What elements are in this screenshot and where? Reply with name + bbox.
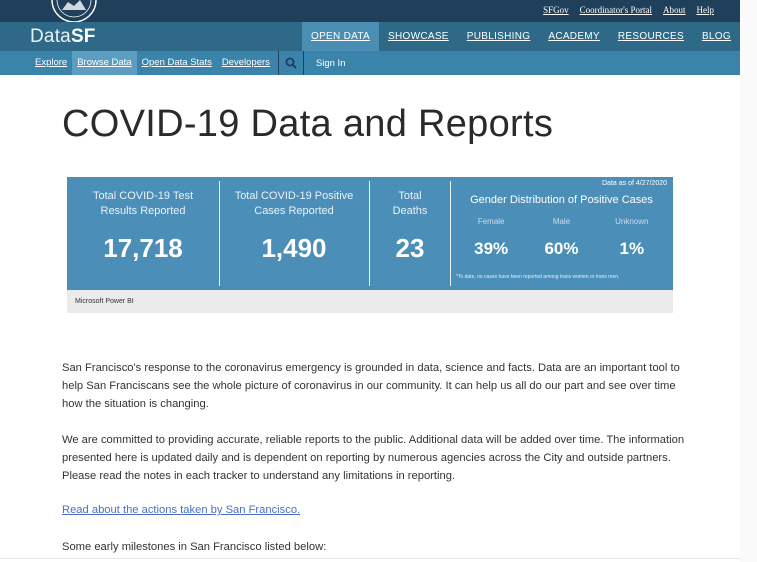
kpi-positive-value: 1,490 (261, 233, 327, 263)
sub-nav: Explore Browse Data Open Data Stats Develop… (30, 51, 357, 75)
top-utility-bar: SFGov Coordinator's Portal About Help (0, 0, 740, 22)
gender-title: Gender Distribution of Positive Cases (470, 194, 653, 206)
gender-name: Male (552, 217, 571, 226)
sub-nav-item-open-data-stats[interactable]: Open Data Stats (137, 51, 217, 75)
power-bi-embed[interactable]: Total COVID-19 Test Results Reported 17,… (67, 177, 673, 313)
power-bi-link[interactable]: Microsoft Power BI (75, 298, 134, 305)
utility-links: SFGov Coordinator's Portal About Help (543, 5, 714, 15)
utility-link[interactable]: About (663, 5, 686, 15)
logo-text-data: Data (30, 26, 71, 47)
city-seal-logo[interactable] (26, 0, 122, 22)
data-as-of: Data as of 4/27/2020 (602, 180, 667, 187)
kpi-deaths-label: Total Deaths (392, 190, 428, 217)
gender-distribution: Data as of 4/27/2020 Gender Distribution… (450, 177, 673, 290)
kpi-deaths-value: 23 (395, 233, 425, 263)
page-title: COVID-19 Data and Reports (62, 103, 554, 145)
main-nav-item-academy[interactable]: ACADEMY (539, 22, 609, 51)
main-nav-item-showcase[interactable]: SHOWCASE (379, 22, 458, 51)
divider-line (0, 558, 757, 559)
gender-percent: 39% (474, 239, 509, 258)
utility-link[interactable]: Help (697, 5, 715, 15)
gender-column-male: Male 60% (531, 217, 591, 259)
intro-paragraph: San Francisco's response to the coronavi… (62, 362, 680, 410)
sub-nav-item-browse-data[interactable]: Browse Data (72, 51, 137, 75)
gender-percent: 1% (619, 239, 645, 258)
kpi-tests-value: 17,718 (103, 233, 183, 263)
gender-name: Unknown (615, 217, 649, 226)
gender-percent: 60% (544, 239, 579, 258)
logo-text-sf: SF (70, 26, 96, 47)
kpi-positive: Total COVID-19 Positive Cases Reported 1… (220, 177, 368, 290)
sub-nav-item-explore[interactable]: Explore (30, 51, 72, 75)
kpi-tests-label: Total COVID-19 Test Results Reported (92, 190, 194, 217)
sub-nav-bar: Explore Browse Data Open Data Stats Develop… (0, 51, 740, 75)
commitment-paragraph: We are committed to providing accurate, … (62, 434, 685, 482)
utility-link[interactable]: Coordinator's Portal (580, 5, 652, 15)
main-nav-item-open-data[interactable]: OPEN DATA (302, 22, 380, 51)
utility-link[interactable]: SFGov (543, 5, 569, 15)
covid-dashboard: Total COVID-19 Test Results Reported 17,… (67, 177, 673, 290)
gender-column-unknown: Unknown 1% (602, 217, 662, 259)
main-nav: OPEN DATA SHOWCASE PUBLISHING ACADEMY RESOUR… (302, 22, 740, 51)
sign-in-link[interactable]: Sign In (304, 58, 358, 69)
kpi-deaths: Total Deaths 23 (370, 177, 450, 290)
main-nav-bar: DataSF OPEN DATA SHOWCASE PUBLISHING ACADEM… (0, 22, 740, 51)
gender-name: Female (477, 217, 505, 226)
kpi-positive-label: Total COVID-19 Positive Cases Reported (234, 190, 354, 217)
kpi-tests: Total COVID-19 Test Results Reported 17,… (67, 177, 219, 290)
main-nav-item-publishing[interactable]: PUBLISHING (458, 22, 540, 51)
search-button[interactable] (277, 51, 304, 75)
datasf-logo[interactable]: DataSF (30, 26, 96, 48)
search-icon (285, 57, 297, 69)
actions-link[interactable]: Read about the actions taken by San Fran… (62, 504, 300, 516)
page-right-edge (740, 0, 757, 562)
main-nav-item-blog[interactable]: BLOG (693, 22, 740, 51)
gender-column-female: Female 39% (461, 217, 521, 259)
gender-columns: Female 39% Male 60% Unknown 1% (450, 217, 673, 259)
gender-note: *To date, no cases have been reported am… (456, 274, 620, 280)
main-nav-item-resources[interactable]: RESOURCES (609, 22, 693, 51)
milestones-text: Some early milestones in San Francisco l… (62, 541, 327, 553)
sub-nav-item-developers[interactable]: Developers (217, 51, 275, 75)
